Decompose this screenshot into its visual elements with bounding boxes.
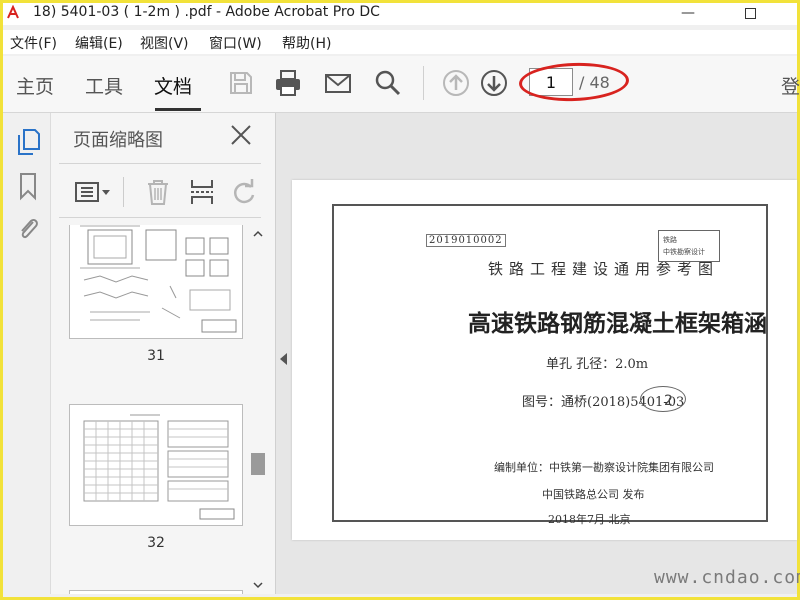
doc-title: 高速铁路钢筋混凝土框架箱涵 [468, 310, 767, 337]
seal-number: 2 [664, 393, 673, 409]
page-thumbnail-32[interactable] [69, 404, 243, 526]
save-icon[interactable] [226, 68, 256, 98]
document-page: 2019010002 铁路工程建设通用参考图 高速铁路钢筋混凝土框架箱涵 单孔 … [292, 180, 797, 540]
doc-code: 2019010002 [426, 234, 506, 247]
active-tab-indicator [155, 108, 201, 111]
scroll-up-icon[interactable] [252, 229, 264, 239]
thumbnail-label-32: 32 [147, 535, 165, 551]
acrobat-logo-icon [5, 5, 21, 21]
thumbnail-table-drawing [83, 414, 235, 520]
close-icon[interactable] [229, 123, 253, 147]
menu-window[interactable]: 窗口(W) [209, 33, 262, 53]
thumbnail-scrollbar[interactable] [249, 225, 267, 594]
tool-separator [123, 177, 124, 207]
minimize-button[interactable]: — [671, 3, 705, 25]
thumbnail-toolbar [59, 169, 261, 215]
thumbnail-list: 31 32 [51, 225, 251, 594]
seal-stamp [640, 386, 686, 412]
doc-publisher: 中国铁路总公司 发布 [542, 488, 645, 501]
print-icon[interactable] [273, 68, 303, 98]
menu-bar: 文件(F) 编辑(E) 视图(V) 窗口(W) 帮助(H) [3, 30, 797, 54]
panel-title: 页面缩略图 [73, 130, 163, 151]
maximize-icon [744, 8, 756, 19]
page-thumbnail-next[interactable] [69, 590, 243, 594]
signin-button[interactable]: 登 [781, 72, 800, 99]
tab-home[interactable]: 主页 [16, 72, 54, 99]
page-up-icon[interactable] [441, 68, 471, 98]
attachments-icon[interactable] [15, 213, 41, 243]
search-icon[interactable] [373, 68, 403, 98]
doc-editor: 编制单位：中铁第一勘察设计院集团有限公司 [494, 461, 714, 474]
document-view[interactable]: 2019010002 铁路工程建设通用参考图 高速铁路钢筋混凝土框架箱涵 单孔 … [276, 113, 797, 594]
doc-date: 2018年7月 北京 [548, 513, 631, 526]
toolbar-separator [423, 66, 424, 100]
window-title: 18) 5401-03 ( 1-2m ) .pdf - Adobe Acroba… [33, 4, 380, 20]
menu-file[interactable]: 文件(F) [10, 33, 57, 53]
panel-divider [59, 163, 261, 164]
bookmarks-icon[interactable] [15, 171, 41, 201]
rotate-page-icon[interactable] [229, 177, 259, 207]
thumbnail-options-icon[interactable] [73, 177, 115, 207]
maximize-button[interactable] [733, 3, 767, 25]
stamp-text: 铁路 [663, 236, 677, 244]
tab-tools[interactable]: 工具 [85, 72, 123, 99]
watermark: www.cndao.com [654, 567, 800, 588]
scrollbar-thumb[interactable] [251, 453, 265, 475]
stamp: 铁路 中铁勘察设计 [658, 230, 720, 262]
insert-page-icon[interactable] [187, 177, 217, 207]
page-down-icon[interactable] [479, 68, 509, 98]
page-border: 2019010002 铁路工程建设通用参考图 高速铁路钢筋混凝土框架箱涵 单孔 … [332, 204, 768, 526]
scroll-down-icon[interactable] [252, 580, 264, 590]
panel-divider [59, 217, 261, 218]
collapse-panel-icon[interactable] [280, 353, 287, 365]
menu-help[interactable]: 帮助(H) [282, 33, 331, 53]
thumbnail-drawing [80, 225, 237, 333]
stamp-text: 中铁勘察设计 [663, 248, 705, 256]
thumbnail-label-31: 31 [147, 348, 165, 364]
toolbar: 主页 工具 文档 1 / 48 登 [3, 56, 800, 113]
menu-edit[interactable]: 编辑(E) [75, 33, 123, 53]
page-thumbnails-icon[interactable] [15, 127, 41, 157]
thumbnail-panel: 页面缩略图 31 32 [51, 113, 276, 594]
menu-view[interactable]: 视图(V) [140, 33, 189, 53]
doc-spec: 单孔 孔径：2.0m [546, 357, 649, 372]
page-thumbnail-31[interactable] [69, 225, 243, 339]
tab-document[interactable]: 文档 [154, 72, 192, 99]
email-icon[interactable] [323, 68, 353, 98]
left-navigation-rail [3, 113, 51, 594]
delete-page-icon[interactable] [143, 177, 173, 207]
title-bar: 18) 5401-03 ( 1-2m ) .pdf - Adobe Acroba… [3, 3, 797, 25]
